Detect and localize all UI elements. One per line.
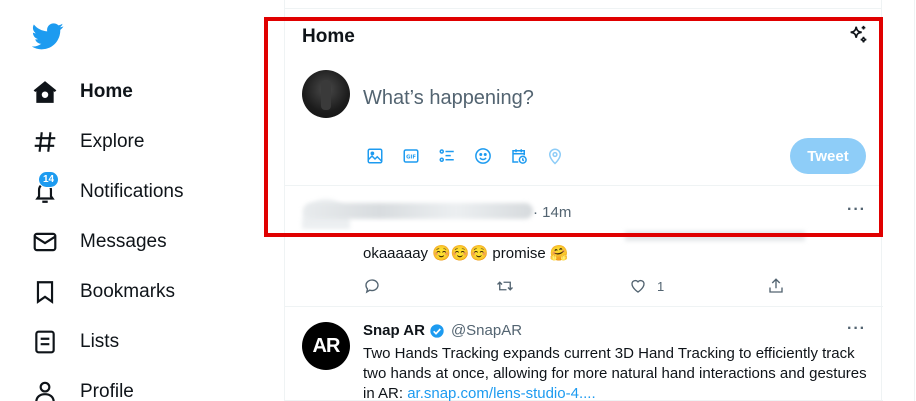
avatar[interactable] (302, 70, 350, 118)
author-handle[interactable]: @SnapAR (451, 322, 522, 339)
reply-icon (365, 279, 379, 294)
sidebar-item-profile[interactable]: Profile (30, 372, 134, 401)
gif-icon[interactable]: GIF (401, 146, 421, 166)
reply-button[interactable] (363, 277, 381, 295)
tweet-item[interactable]: AR Snap AR @SnapAR ··· Two Hands Trackin… (285, 308, 883, 401)
sidebar-item-label: Bookmarks (80, 281, 176, 302)
timeline-header: Home (285, 18, 883, 54)
timeline: Home GIF (284, 0, 883, 401)
sidebar-item-home[interactable]: Home (30, 72, 133, 112)
sidebar-item-label: Explore (80, 131, 145, 152)
person-icon (30, 377, 60, 401)
bell-icon: 14 (30, 171, 60, 207)
avatar[interactable]: AR (302, 322, 350, 370)
sidebar-item-label: Profile (80, 381, 134, 401)
tweet-button[interactable]: Tweet (790, 138, 866, 174)
tweet-link[interactable]: ar.snap.com/lens-studio-4.... (407, 385, 595, 401)
tweet-text: okaaaaay ☺️☺️☺️ promise 🤗 (363, 245, 569, 262)
sidebar-item-notifications[interactable]: 14 Notifications (30, 171, 184, 212)
tweet-composer: GIF Tweet (285, 60, 883, 186)
envelope-icon (30, 227, 60, 257)
more-options-icon[interactable]: ··· (847, 320, 866, 338)
retweet-button[interactable] (496, 277, 514, 295)
tweet-input[interactable] (363, 87, 843, 110)
schedule-icon[interactable] (509, 146, 529, 166)
sidebar-item-explore[interactable]: Explore (30, 122, 144, 162)
tweet-text: Two Hands Tracking expands current 3D Ha… (363, 344, 868, 401)
sidebar-item-lists[interactable]: Lists (30, 322, 119, 362)
poll-icon[interactable] (437, 146, 457, 166)
sidebar-item-label: Lists (80, 331, 120, 352)
svg-text:GIF: GIF (406, 155, 416, 161)
composer-toolbar: GIF (365, 146, 565, 166)
sidebar-item-label: Home (80, 81, 133, 102)
tweet-actions: 1 (363, 277, 793, 297)
verified-icon (430, 323, 444, 338)
share-button[interactable] (767, 277, 785, 295)
tweet-time[interactable]: · 14m (533, 204, 571, 221)
divider (914, 0, 915, 401)
tweet-author: Snap AR @SnapAR (363, 322, 522, 339)
location-icon (545, 146, 565, 166)
sidebar: Home Explore 14 Notifications Messages B… (0, 0, 284, 401)
author-name[interactable]: Snap AR (363, 322, 425, 339)
list-icon (30, 327, 60, 357)
sidebar-item-label: Notifications (80, 181, 184, 202)
retweet-icon (497, 281, 513, 291)
notification-badge: 14 (38, 171, 60, 188)
home-icon (30, 77, 60, 107)
heart-icon (631, 279, 645, 293)
bookmark-icon (30, 277, 60, 307)
emoji-icon[interactable] (473, 146, 493, 166)
share-icon (769, 278, 783, 293)
text-blurred (625, 231, 805, 241)
sidebar-item-bookmarks[interactable]: Bookmarks (30, 272, 175, 312)
page-title: Home (302, 26, 355, 47)
tweet-item[interactable]: · 14m ··· okaaaaay ☺️☺️☺️ promise 🤗 1 (285, 187, 883, 307)
divider (285, 8, 881, 9)
page: Home Explore 14 Notifications Messages B… (0, 0, 916, 401)
like-count: 1 (657, 278, 665, 294)
like-button[interactable]: 1 (629, 277, 664, 295)
author-name-blurred (303, 203, 533, 219)
image-icon[interactable] (365, 146, 385, 166)
hashtag-icon (30, 127, 60, 157)
sidebar-item-messages[interactable]: Messages (30, 222, 167, 262)
more-options-icon[interactable]: ··· (847, 201, 866, 219)
sparkle-icon[interactable] (847, 24, 869, 46)
twitter-bird-icon[interactable] (32, 20, 64, 52)
sidebar-item-label: Messages (80, 231, 167, 252)
